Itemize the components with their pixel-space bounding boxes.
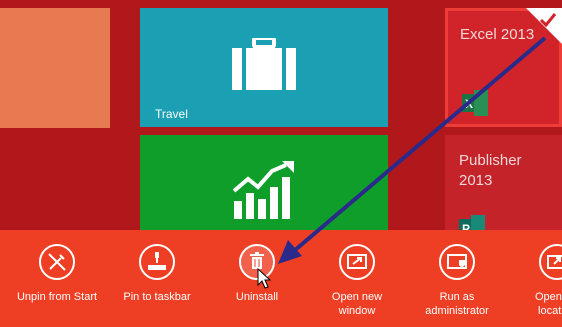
pin-to-taskbar-button[interactable]: Pin to taskbar bbox=[112, 244, 202, 304]
pin-taskbar-icon bbox=[148, 252, 166, 270]
partial-tile[interactable] bbox=[0, 8, 110, 128]
mouse-cursor-icon bbox=[257, 268, 271, 289]
publisher-tile[interactable]: Publisher 2013 P bbox=[445, 135, 562, 241]
folder-icon bbox=[547, 255, 562, 269]
shield-icon bbox=[447, 254, 467, 269]
app-bar: Unpin from Start Pin to taskbar Uninstal… bbox=[0, 230, 562, 327]
open-file-location-button[interactable]: Open file location bbox=[512, 244, 562, 318]
travel-tile-label: Travel bbox=[155, 107, 188, 121]
uninstall-label: Uninstall bbox=[235, 291, 279, 303]
unpin-label: Unpin from Start bbox=[16, 291, 98, 303]
unpin-from-start-button[interactable]: Unpin from Start bbox=[12, 244, 102, 304]
publisher-tile-label: Publisher 2013 bbox=[459, 152, 522, 189]
pin-taskbar-label: Pin to taskbar bbox=[123, 291, 191, 303]
excel-tile-label: Excel 2013 bbox=[460, 26, 535, 43]
travel-tile[interactable]: Travel bbox=[140, 8, 388, 127]
new-window-icon bbox=[347, 254, 367, 269]
open-new-window-label: Open new window bbox=[331, 291, 383, 317]
suitcase-icon bbox=[232, 38, 296, 90]
stock-chart-icon bbox=[232, 161, 294, 219]
run-as-administrator-button[interactable]: Run as administrator bbox=[412, 244, 502, 318]
open-file-location-label: Open file location bbox=[534, 291, 562, 317]
checkmark-icon bbox=[539, 13, 557, 28]
excel-icon: X bbox=[462, 90, 488, 116]
open-new-window-button[interactable]: Open new window bbox=[312, 244, 402, 318]
unpin-icon bbox=[48, 253, 66, 271]
run-as-administrator-label: Run as administrator bbox=[425, 291, 489, 317]
excel-tile[interactable]: Excel 2013 X bbox=[445, 8, 562, 127]
finance-tile[interactable] bbox=[140, 135, 388, 231]
svg-text:X: X bbox=[465, 97, 473, 111]
